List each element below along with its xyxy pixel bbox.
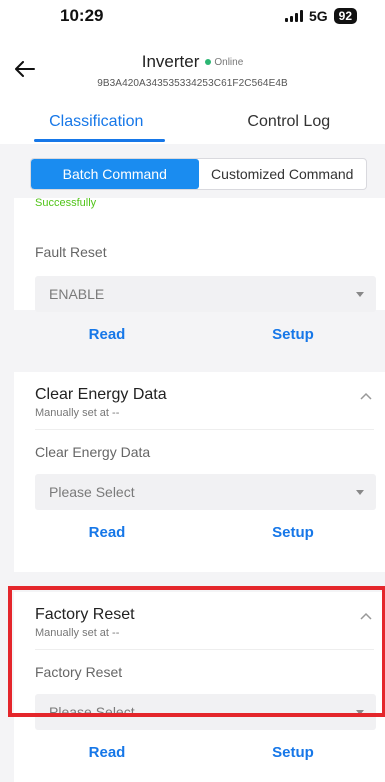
- title-row: Inverter Online: [0, 52, 385, 72]
- fault-reset-select[interactable]: ENABLE: [35, 276, 376, 312]
- header: Inverter Online 9B3A420A343535334253C61F…: [0, 44, 385, 100]
- online-dot-icon: [205, 59, 212, 65]
- status-message: Successfully: [35, 198, 97, 209]
- field-label: Factory Reset: [35, 664, 123, 680]
- battery-icon: 92: [333, 8, 357, 24]
- segment-batch-command[interactable]: Batch Command: [31, 159, 199, 189]
- segment-area: Batch Command Customized Command: [0, 144, 385, 190]
- command-type-segment: Batch Command Customized Command: [30, 158, 367, 190]
- network-label: 5G: [308, 8, 328, 24]
- read-button[interactable]: Read: [14, 744, 200, 761]
- status-bar: 10:29 5G 92: [0, 0, 385, 44]
- factory-reset-select[interactable]: Please Select: [35, 694, 376, 730]
- setup-button[interactable]: Setup: [200, 326, 385, 343]
- dropdown-caret-icon: [356, 291, 364, 297]
- read-button[interactable]: Read: [14, 326, 200, 343]
- tab-control-log[interactable]: Control Log: [193, 100, 385, 144]
- read-button[interactable]: Read: [14, 524, 200, 541]
- clear-energy-data-select[interactable]: Please Select: [35, 474, 376, 510]
- clear-energy-actions: Read Setup: [14, 512, 385, 552]
- signal-icon: [284, 10, 303, 22]
- divider: [35, 429, 374, 430]
- card-subtitle: Manually set at --: [35, 627, 120, 639]
- card-subtitle: Manually set at --: [35, 407, 120, 419]
- tab-bar: Classification Control Log: [0, 100, 385, 144]
- clear-energy-data-card: Clear Energy Data Manually set at -- Cle…: [14, 372, 385, 572]
- setup-button[interactable]: Setup: [200, 524, 385, 541]
- setup-button[interactable]: Setup: [200, 744, 385, 761]
- divider: [35, 649, 374, 650]
- page-title: Inverter: [141, 52, 200, 71]
- factory-reset-actions: Read Setup: [14, 732, 385, 772]
- chevron-up-icon[interactable]: [360, 612, 372, 620]
- factory-reset-card: Factory Reset Manually set at -- Factory…: [14, 592, 385, 782]
- field-label: Clear Energy Data: [35, 444, 151, 460]
- select-placeholder: Please Select: [49, 704, 135, 720]
- segment-customized-command[interactable]: Customized Command: [199, 159, 367, 189]
- dropdown-caret-icon: [356, 489, 364, 495]
- select-placeholder: Please Select: [49, 484, 135, 500]
- fault-reset-actions: Read Setup: [14, 314, 385, 354]
- select-value: ENABLE: [49, 286, 105, 302]
- status-indicators: 5G 92: [284, 8, 357, 24]
- chevron-up-icon[interactable]: [360, 392, 372, 400]
- tab-classification[interactable]: Classification: [0, 100, 193, 144]
- status-time: 10:29: [60, 6, 104, 25]
- field-label: Fault Reset: [35, 244, 107, 260]
- device-id: 9B3A420A343535334253C61F2C564E4B: [97, 78, 288, 89]
- card-title: Clear Energy Data: [35, 386, 167, 403]
- fault-reset-card: Successfully Fault Reset ENABLE: [14, 198, 385, 312]
- card-title: Factory Reset: [35, 606, 135, 623]
- online-status: Online: [205, 57, 243, 68]
- online-label: Online: [214, 56, 244, 68]
- dropdown-caret-icon: [356, 709, 364, 715]
